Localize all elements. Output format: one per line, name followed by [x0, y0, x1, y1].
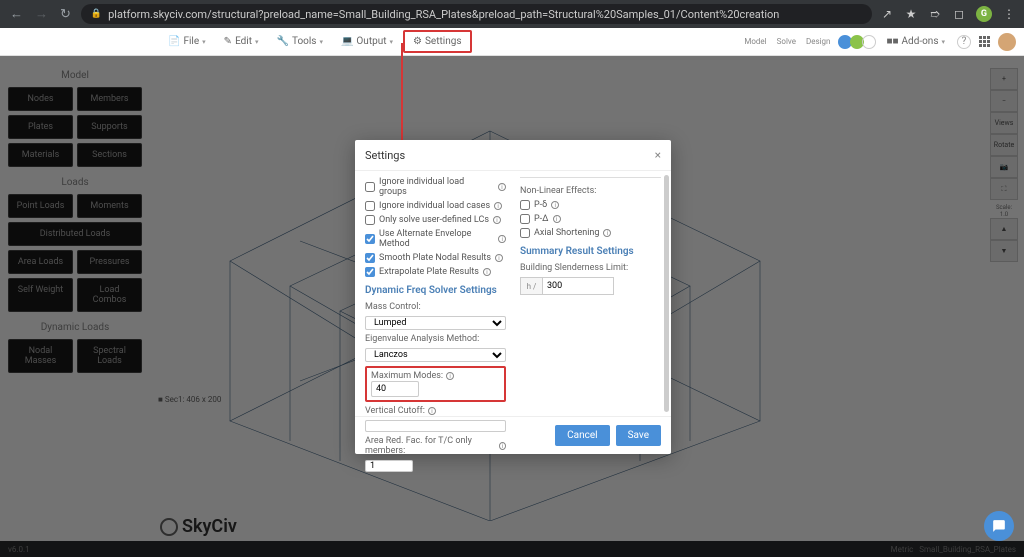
mass-control-select[interactable]: Lumped — [365, 316, 506, 330]
slenderness-prefix: h / — [520, 277, 542, 295]
pipeline-labels: ModelSolveDesign — [744, 37, 830, 46]
area-red-input[interactable] — [365, 460, 413, 472]
info-icon: i — [446, 372, 454, 380]
menu-addons[interactable]: ■■Add-ons▾ — [882, 36, 949, 47]
info-icon: i — [493, 216, 501, 224]
section-dynamic-freq: Dynamic Freq Solver Settings — [365, 285, 506, 296]
eigen-select[interactable]: Lanczos — [365, 348, 506, 362]
chk-p-large[interactable]: P-Δi — [520, 214, 661, 224]
browser-chrome-bar: ← → ↻ 🔒 platform.skyciv.com/structural?p… — [0, 0, 1024, 28]
max-modes-label: Maximum Modes:i — [371, 371, 500, 381]
lock-icon: 🔒 — [91, 9, 102, 19]
chk-extrapolate[interactable]: Extrapolate Plate Resultsi — [365, 267, 506, 277]
slenderness-row: h / — [520, 277, 661, 295]
share-icon[interactable]: ↗ — [880, 7, 894, 21]
menu-tools[interactable]: 🔧Tools▾ — [269, 30, 331, 53]
slenderness-label: Building Slenderness Limit: — [520, 263, 661, 273]
info-icon: i — [494, 202, 502, 210]
help-chat-button[interactable] — [984, 511, 1014, 541]
menu-file[interactable]: 📄File▾ — [160, 30, 214, 53]
info-icon: i — [498, 183, 506, 191]
chk-ignore-cases[interactable]: Ignore individual load casesi — [365, 201, 506, 211]
puzzle-icon[interactable]: ➱ — [928, 7, 942, 21]
vertical-cutoff-label: Vertical Cutoff:i — [365, 406, 506, 416]
info-icon: i — [499, 442, 506, 450]
apps-grid-icon[interactable] — [979, 36, 990, 47]
url-text: platform.skyciv.com/structural?preload_n… — [108, 8, 779, 21]
info-icon: i — [553, 215, 561, 223]
info-icon: i — [551, 201, 559, 209]
chk-ignore-groups[interactable]: Ignore individual load groupsi — [365, 177, 506, 197]
nav-back-icon[interactable]: ← — [8, 6, 25, 22]
window-icon[interactable]: ◻ — [952, 7, 966, 21]
nonlinear-label: Non-Linear Effects: — [520, 186, 661, 196]
mass-control-label: Mass Control: — [365, 302, 506, 312]
nav-reload-icon[interactable]: ↻ — [58, 7, 73, 22]
settings-dialog: Settings × Ignore individual load groups… — [355, 140, 671, 454]
cancel-button[interactable]: Cancel — [555, 425, 609, 446]
max-modes-input[interactable] — [371, 381, 419, 397]
info-icon: i — [428, 407, 436, 415]
dialog-title: Settings — [365, 149, 405, 162]
chk-p-small[interactable]: P-δi — [520, 200, 661, 210]
menu-output[interactable]: 💻Output▾ — [333, 30, 401, 53]
url-bar[interactable]: 🔒 platform.skyciv.com/structural?preload… — [81, 4, 872, 24]
menu-edit[interactable]: ✎Edit▾ — [216, 30, 267, 53]
nav-forward-icon[interactable]: → — [33, 6, 50, 22]
vertical-cutoff-input[interactable] — [365, 420, 506, 432]
chk-envelope[interactable]: Use Alternate Envelope Methodi — [365, 229, 506, 249]
extension-icon[interactable]: ★ — [904, 7, 918, 21]
chk-smooth[interactable]: Smooth Plate Nodal Resultsi — [365, 253, 506, 263]
info-icon: i — [603, 229, 611, 237]
section-summary: Summary Result Settings — [520, 246, 661, 257]
dialog-close-icon[interactable]: × — [655, 148, 661, 162]
user-avatar[interactable] — [998, 33, 1016, 51]
app-toolbar: 📄File▾ ✎Edit▾ 🔧Tools▾ 💻Output▾ ⚙Settings… — [0, 28, 1024, 56]
info-icon: i — [483, 268, 491, 276]
help-icon[interactable]: ? — [957, 35, 971, 49]
menu-settings[interactable]: ⚙Settings — [403, 30, 471, 53]
eigen-label: Eigenvalue Analysis Method: — [365, 334, 506, 344]
info-icon: i — [495, 254, 503, 262]
slenderness-input[interactable] — [542, 277, 614, 295]
profile-avatar[interactable]: G — [976, 6, 992, 22]
chk-user-defined[interactable]: Only solve user-defined LCsi — [365, 215, 506, 225]
pipeline-status — [838, 35, 874, 49]
max-modes-highlight: Maximum Modes:i — [365, 366, 506, 402]
area-red-label: Area Red. Fac. for T/C only members:i — [365, 436, 506, 456]
save-button[interactable]: Save — [616, 425, 661, 446]
kebab-icon[interactable]: ⋮ — [1002, 7, 1016, 21]
chk-axial-shortening[interactable]: Axial Shorteningi — [520, 228, 661, 238]
info-icon: i — [498, 235, 506, 243]
annotation-line — [401, 43, 403, 143]
